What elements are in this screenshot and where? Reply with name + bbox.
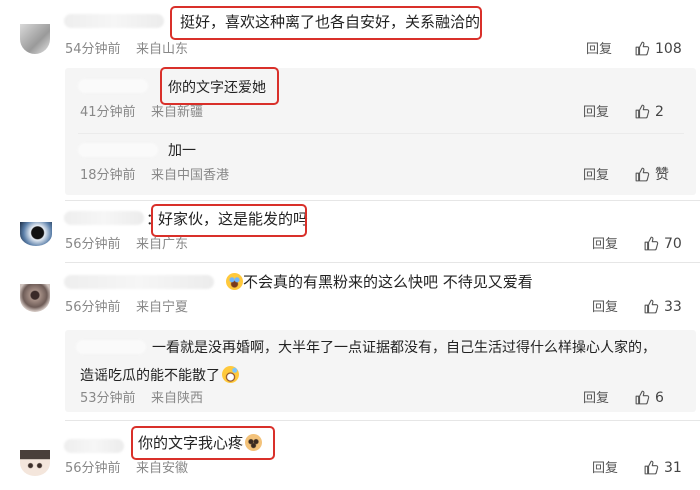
username-redacted <box>64 211 144 225</box>
avatar[interactable] <box>20 24 50 54</box>
reply-text: 一看就是没再婚啊，大半年了一点证据都没有，自己生活过得什么样操心人家的， <box>152 340 656 356</box>
thumbs-up-icon <box>634 40 651 57</box>
reply-time: 41分钟前 <box>80 105 136 120</box>
reply-button[interactable]: 回复 <box>583 391 609 407</box>
like-count: 6 <box>655 389 664 406</box>
comment-time: 56分钟前 <box>65 237 121 252</box>
divider <box>65 262 700 263</box>
thumbs-up-icon <box>634 389 651 406</box>
thumbs-up-icon <box>643 235 660 252</box>
reply-location: 来自陕西 <box>151 391 204 406</box>
reply-button[interactable]: 回复 <box>592 461 618 477</box>
comment-text: 不会真的有黑粉来的这么快吧 不待见又爱看 <box>224 273 533 291</box>
like-button[interactable]: 70 <box>643 235 682 252</box>
thumbs-up-icon <box>643 459 660 476</box>
avatar[interactable] <box>20 284 50 312</box>
comment-time: 54分钟前 <box>65 42 121 57</box>
reply-location: 来自新疆 <box>151 105 204 120</box>
laugh-cry-emoji <box>226 273 243 290</box>
username-redacted <box>78 143 158 157</box>
like-button[interactable]: 2 <box>634 103 664 120</box>
like-count: 33 <box>664 298 682 315</box>
highlight-box <box>170 6 482 40</box>
comment-location: 来自山东 <box>136 42 189 57</box>
grin-sweat-emoji <box>222 366 239 383</box>
thumbs-up-icon <box>643 298 660 315</box>
like-count: 108 <box>655 40 682 57</box>
thumbs-up-icon <box>634 166 651 183</box>
comment-location: 来自安徽 <box>136 461 189 476</box>
reply-time: 53分钟前 <box>80 391 136 406</box>
username-redacted <box>64 14 164 28</box>
like-count: 70 <box>664 235 682 252</box>
like-count: 2 <box>655 103 664 120</box>
reply-time: 18分钟前 <box>80 168 136 183</box>
username-redacted <box>78 79 148 93</box>
thumbs-up-icon <box>634 103 651 120</box>
reply-button[interactable]: 回复 <box>583 105 609 121</box>
like-button[interactable]: 31 <box>643 459 682 476</box>
divider <box>65 200 700 201</box>
username-redacted <box>64 275 214 289</box>
comment-time: 56分钟前 <box>65 461 121 476</box>
highlight-box <box>151 204 307 237</box>
reply-text: 加一 <box>168 143 196 159</box>
reply-button[interactable]: 回复 <box>583 168 609 184</box>
reply-location: 来自中国香港 <box>151 168 230 183</box>
like-label: 赞 <box>655 166 669 183</box>
username-redacted <box>64 439 124 453</box>
avatar[interactable] <box>20 450 50 476</box>
reply-text-continued: 造谣吃瓜的能不能散了 <box>80 366 239 385</box>
avatar[interactable] <box>20 222 52 246</box>
username-redacted <box>76 340 146 354</box>
like-button[interactable]: 108 <box>634 40 682 57</box>
comment-location: 来自广东 <box>136 237 189 252</box>
highlight-box <box>131 426 275 460</box>
reply-button[interactable]: 回复 <box>592 237 618 253</box>
divider <box>78 133 684 134</box>
divider <box>65 420 700 421</box>
reply-button[interactable]: 回复 <box>592 300 618 316</box>
reply-button[interactable]: 回复 <box>586 42 612 58</box>
comment-time: 56分钟前 <box>65 300 121 315</box>
like-button[interactable]: 33 <box>643 298 682 315</box>
like-button[interactable]: 6 <box>634 389 664 406</box>
like-button[interactable]: 赞 <box>634 166 669 183</box>
like-count: 31 <box>664 459 682 476</box>
comment-location: 来自宁夏 <box>136 300 189 315</box>
highlight-box <box>160 67 279 105</box>
